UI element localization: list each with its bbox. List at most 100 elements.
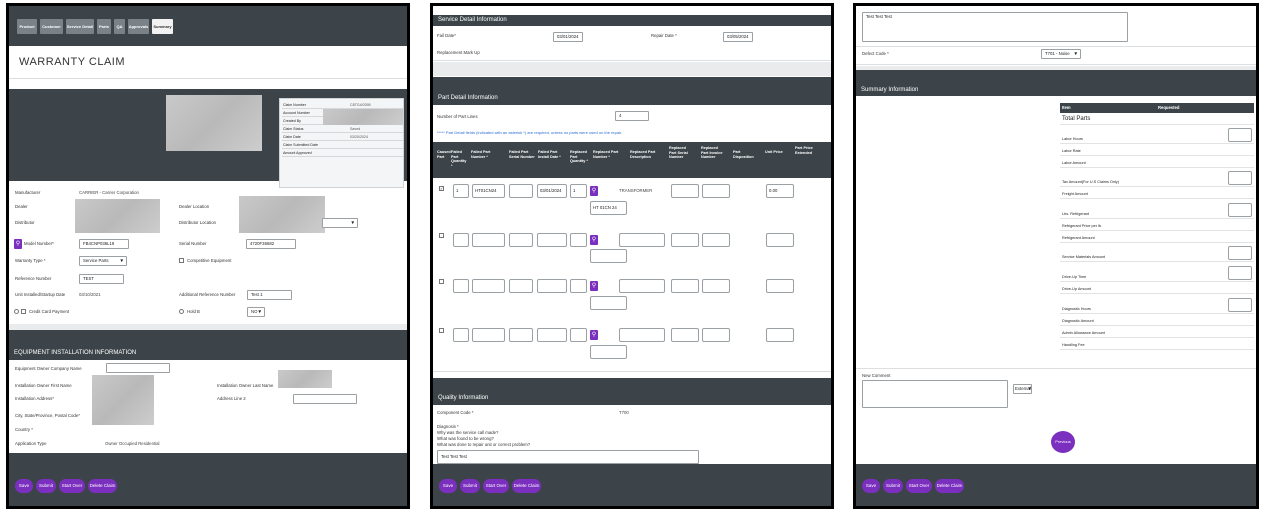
replaced-qty-input-1[interactable]: 1 <box>570 184 587 198</box>
failed-serial-input-1[interactable] <box>509 184 533 198</box>
install-date-input-4[interactable] <box>537 328 567 342</box>
replaced-number-input-2[interactable] <box>590 249 627 263</box>
failed-serial-input-4[interactable] <box>509 328 533 342</box>
failed-serial-input-2[interactable] <box>509 233 533 247</box>
replaced-serial-input-1[interactable] <box>671 184 699 198</box>
comment-visibility-select[interactable]: External ▾ <box>1013 384 1032 394</box>
start-over-button[interactable]: Start Over <box>483 479 509 493</box>
serial-number-input[interactable]: 4720F36682 <box>246 239 296 249</box>
replaced-number-input-1[interactable]: HT 01CN 24 <box>590 201 627 215</box>
save-button[interactable]: Save <box>439 479 457 493</box>
submit-button[interactable]: Submit <box>883 479 903 493</box>
replaced-qty-input-3[interactable] <box>570 279 587 293</box>
repair-date-input[interactable]: 03/05/2024 <box>723 32 753 42</box>
drive-up-time-input[interactable] <box>1228 266 1252 280</box>
caused-part-checkbox-2[interactable] <box>439 233 444 238</box>
submit-button[interactable]: Submit <box>36 479 56 493</box>
reference-number-input[interactable]: TEST <box>79 274 124 284</box>
failed-qty-input-4[interactable] <box>453 328 469 342</box>
caused-part-checkbox-4[interactable] <box>439 328 444 333</box>
replaced-qty-input-2[interactable] <box>570 233 587 247</box>
replaced-part-search-icon-1[interactable]: ⚲ <box>590 186 598 196</box>
replaced-invoice-input-2[interactable] <box>702 233 730 247</box>
credit-card-radio[interactable] <box>14 309 19 314</box>
num-part-lines-input[interactable]: 4 <box>615 111 649 121</box>
failed-serial-input-3[interactable] <box>509 279 533 293</box>
claim-info-table: Claim Number C8TG4/0395 Account Number Cr… <box>279 98 404 188</box>
tab-customer[interactable]: Customer <box>40 19 63 34</box>
tab-qa[interactable]: QA <box>114 19 125 34</box>
submit-button[interactable]: Submit <box>460 479 480 493</box>
install-date-input-3[interactable] <box>537 279 567 293</box>
failed-qty-input-2[interactable] <box>453 233 469 247</box>
tab-approvals[interactable]: Approvals <box>128 19 149 34</box>
diagnosis-text-area[interactable]: Test Test Test <box>862 12 1128 42</box>
model-number-input[interactable]: FB4CNP036L19 <box>79 239 129 249</box>
save-button[interactable]: Save <box>15 479 33 493</box>
summary-row: Freight Amount <box>1060 187 1254 199</box>
unit-price-input-3[interactable] <box>766 279 794 293</box>
credit-card-checkbox[interactable] <box>21 309 26 314</box>
unit-price-input-4[interactable] <box>766 328 794 342</box>
additional-reference-input[interactable]: Test 1 <box>247 290 292 300</box>
save-button[interactable]: Save <box>862 479 880 493</box>
model-search-icon[interactable]: ⚲ <box>14 239 22 249</box>
failed-number-input-3[interactable] <box>472 279 505 293</box>
replaced-number-input-3[interactable] <box>590 296 627 310</box>
failed-number-input-4[interactable] <box>472 328 505 342</box>
replaced-serial-input-4[interactable] <box>671 328 699 342</box>
replaced-part-search-icon-4[interactable]: ⚲ <box>590 330 598 340</box>
delete-claim-button[interactable]: Delete Claim <box>88 479 117 493</box>
owner-company-input[interactable] <box>106 363 170 373</box>
replaced-invoice-input-1[interactable] <box>702 184 730 198</box>
warranty-type-select[interactable]: Service Parts ▾ <box>79 256 127 266</box>
distributor-location-select[interactable]: ▾ <box>322 218 358 228</box>
replaced-invoice-input-3[interactable] <box>702 279 730 293</box>
tab-service-detail[interactable]: Service Detail <box>66 19 94 34</box>
new-comment-textarea[interactable] <box>862 380 1008 408</box>
caused-part-checkbox-1[interactable]: ✓ <box>439 186 444 191</box>
address-line-2-input[interactable] <box>293 394 357 404</box>
competitive-checkbox[interactable] <box>179 258 184 263</box>
hold-radio[interactable] <box>179 309 184 314</box>
replaced-part-search-icon-3[interactable]: ⚲ <box>590 281 598 291</box>
replaced-number-input-4[interactable] <box>590 345 627 359</box>
replaced-qty-input-4[interactable] <box>570 328 587 342</box>
diagnosis-textarea[interactable]: Test Test Test <box>437 450 699 464</box>
delete-claim-button[interactable]: Delete Claim <box>935 479 964 493</box>
defect-code-select[interactable]: T701 - Noise ▾ <box>1041 49 1081 59</box>
failed-number-input-1[interactable]: HT01CN24 <box>472 184 505 198</box>
replaced-part-search-icon-2[interactable]: ⚲ <box>590 235 598 245</box>
tab-summary[interactable]: Summary <box>152 19 173 34</box>
unit-price-input-2[interactable] <box>766 233 794 247</box>
tax-amount-input[interactable] <box>1228 171 1252 185</box>
hold-select[interactable]: NO ▾ <box>247 307 265 317</box>
replaced-description-input-2[interactable] <box>619 233 665 247</box>
replaced-serial-input-3[interactable] <box>671 279 699 293</box>
fail-date-input[interactable]: 03/01/2024 <box>553 32 583 42</box>
col-replaced-description: Replaced Part Description <box>630 150 656 159</box>
install-date-input-1[interactable]: 03/01/2024 <box>537 184 567 198</box>
start-over-button[interactable]: Start Over <box>59 479 85 493</box>
service-materials-input[interactable] <box>1228 246 1252 260</box>
lbs-refrigerant-input[interactable] <box>1228 203 1252 217</box>
tab-parts[interactable]: Parts <box>97 19 111 34</box>
failed-number-input-2[interactable] <box>472 233 505 247</box>
unit-price-input-1[interactable]: 0.00 <box>766 184 794 198</box>
replaced-invoice-input-4[interactable] <box>702 328 730 342</box>
caused-part-checkbox-3[interactable] <box>439 279 444 284</box>
diagnostic-hours-input[interactable] <box>1228 298 1252 312</box>
replaced-description-input-4[interactable] <box>619 328 665 342</box>
failed-qty-input-3[interactable] <box>453 279 469 293</box>
replaced-description-input-3[interactable] <box>619 279 665 293</box>
previous-button[interactable]: Previous <box>1051 431 1075 453</box>
dealer-label: Dealer <box>15 204 28 209</box>
replaced-serial-input-2[interactable] <box>671 233 699 247</box>
delete-claim-button[interactable]: Delete Claim <box>512 479 541 493</box>
start-over-button[interactable]: Start Over <box>906 479 932 493</box>
labor-hours-input[interactable] <box>1228 128 1252 142</box>
install-date-input-2[interactable] <box>537 233 567 247</box>
summary-row: Labor Rate <box>1060 144 1254 156</box>
failed-qty-input-1[interactable]: 1 <box>453 184 469 198</box>
tab-product[interactable]: Product <box>17 19 37 34</box>
